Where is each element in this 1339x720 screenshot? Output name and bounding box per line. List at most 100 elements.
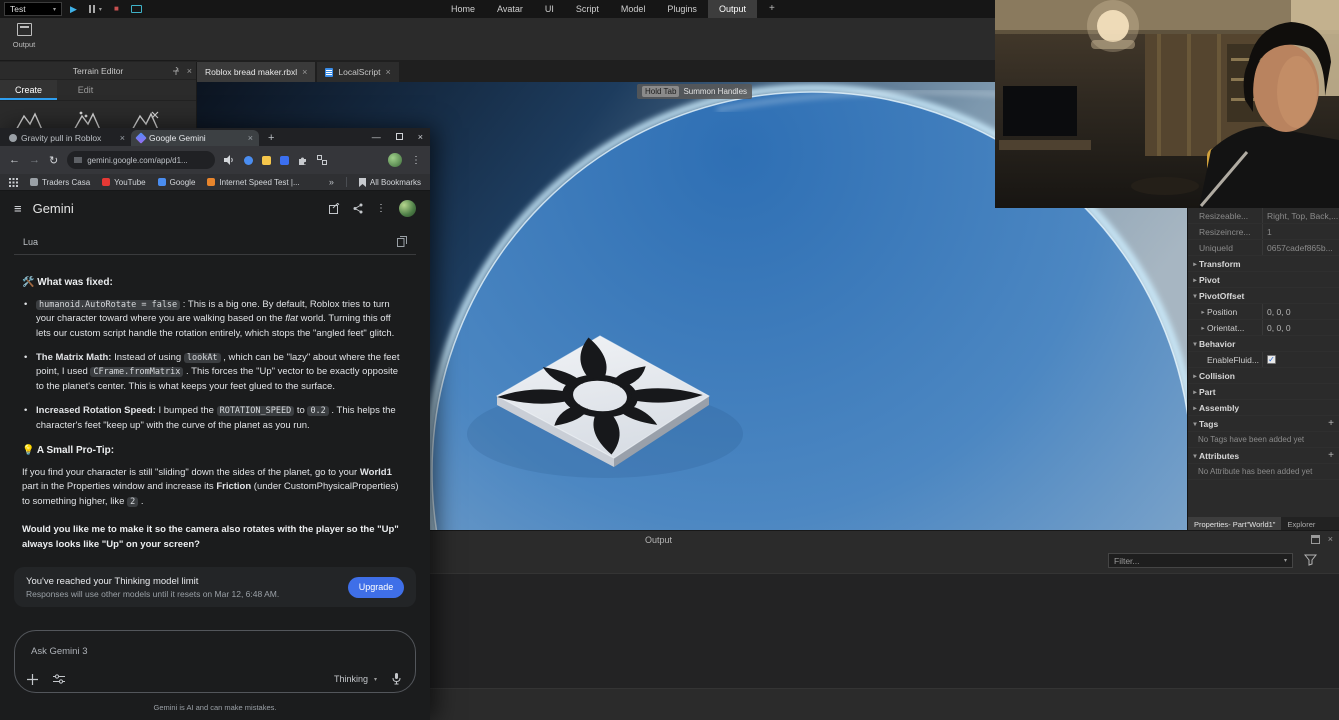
chevron-right-icon[interactable]: ▸ <box>1199 324 1207 332</box>
property-value[interactable]: 1 <box>1262 224 1339 239</box>
share-icon[interactable] <box>353 203 363 214</box>
property-row-orientat[interactable]: ▸ Orientat... 0, 0, 0 <box>1188 320 1339 336</box>
chevron-right-icon[interactable]: ▸ <box>1191 404 1199 412</box>
tab-close-icon[interactable]: × <box>248 133 253 143</box>
apps-grid-icon[interactable] <box>9 177 18 187</box>
property-row-pivot[interactable]: ▸ Pivot <box>1188 272 1339 288</box>
browser-menu-icon[interactable]: ⋮ <box>411 155 421 166</box>
bookmark-internet-speed-test[interactable]: Internet Speed Test |... <box>207 178 300 187</box>
extension-icon-yellow[interactable] <box>262 155 272 165</box>
extensions-puzzle-icon[interactable] <box>298 155 308 165</box>
stop-button[interactable]: ■ <box>114 0 119 18</box>
copy-code-icon[interactable] <box>397 236 407 247</box>
new-chat-icon[interactable] <box>329 202 340 214</box>
property-row-behavior[interactable]: ▾ Behavior <box>1188 336 1339 352</box>
browser-tab-google-gemini[interactable]: Google Gemini × <box>131 130 259 146</box>
menu-script[interactable]: Script <box>565 0 610 18</box>
dock-icon[interactable] <box>1310 534 1320 544</box>
bookmarks-overflow-chevron[interactable]: » <box>329 177 334 187</box>
properties-empty-note[interactable]: No Tags have been added yet <box>1188 432 1339 448</box>
more-options-icon[interactable]: ⋮ <box>376 203 386 214</box>
property-value[interactable]: Right, Top, Back,... <box>1262 208 1339 223</box>
property-row-tags[interactable]: ▾ Tags + <box>1188 416 1339 432</box>
tab-close-icon[interactable]: × <box>120 133 125 143</box>
doc-tab-roblox-bread-maker-rbxl[interactable]: Roblox bread maker.rbxl × <box>197 62 316 82</box>
property-value[interactable]: 0, 0, 0 <box>1262 304 1339 319</box>
prompt-input[interactable] <box>31 646 307 658</box>
maximize-button[interactable] <box>395 133 403 140</box>
checkbox-checked-icon[interactable]: ✓ <box>1267 355 1276 364</box>
close-icon[interactable]: × <box>1328 534 1333 544</box>
bookmark-youtube[interactable]: YouTube <box>102 178 146 187</box>
forward-button[interactable]: → <box>29 154 40 166</box>
upgrade-button[interactable]: Upgrade <box>348 576 404 598</box>
chevron-right-icon[interactable]: ▸ <box>1191 260 1199 268</box>
property-row-resizeincre[interactable]: Resizeincre... 1 <box>1188 224 1339 240</box>
chevron-right-icon[interactable]: ▸ <box>1191 388 1199 396</box>
bookmark-traders-casa[interactable]: Traders Casa <box>30 178 90 187</box>
menu-model[interactable]: Model <box>610 0 657 18</box>
menu-ui[interactable]: UI <box>534 0 565 18</box>
profile-avatar[interactable] <box>388 153 402 167</box>
menu-new-tab-button[interactable]: + <box>757 0 787 18</box>
property-row-attributes[interactable]: ▾ Attributes + <box>1188 448 1339 464</box>
property-value[interactable]: 0657cadef865b... <box>1262 240 1339 255</box>
mic-icon[interactable] <box>392 673 401 685</box>
extension-icon-blue[interactable] <box>244 155 254 165</box>
back-button[interactable]: ← <box>9 154 20 166</box>
output-filter-input[interactable]: Filter... ▾ <box>1108 553 1293 568</box>
property-row-part[interactable]: ▸ Part <box>1188 384 1339 400</box>
property-row-uniqueid[interactable]: UniqueId 0657cadef865b... <box>1188 240 1339 256</box>
property-value[interactable]: ✓ <box>1262 352 1339 367</box>
browser-tab-gravity-pull-in-roblox[interactable]: Gravity pull in Roblox × <box>3 130 131 146</box>
menu-output[interactable]: Output <box>707 0 757 18</box>
close-icon[interactable]: × <box>187 66 192 76</box>
doc-tab-localscript[interactable]: LocalScript × <box>317 62 399 82</box>
model-selector[interactable]: Thinking ▾ <box>334 674 377 684</box>
tab-close-icon[interactable]: × <box>385 67 390 77</box>
chevron-down-icon[interactable]: ▾ <box>1191 420 1199 428</box>
account-avatar[interactable] <box>399 199 416 217</box>
chevron-right-icon[interactable]: ▸ <box>1191 276 1199 284</box>
test-dropdown[interactable]: Test ▾ <box>4 2 62 16</box>
property-row-enablefluid[interactable]: EnableFluid... ✓ <box>1188 352 1339 368</box>
menu-avatar[interactable]: Avatar <box>486 0 534 18</box>
bookmark-google[interactable]: Google <box>157 178 195 187</box>
chevron-down-icon[interactable]: ▾ <box>1191 340 1199 348</box>
property-row-collision[interactable]: ▸ Collision <box>1188 368 1339 384</box>
tab-close-icon[interactable]: × <box>302 67 307 77</box>
property-row-transform[interactable]: ▸ Transform <box>1188 256 1339 272</box>
new-tab-button[interactable]: + <box>268 130 274 146</box>
address-bar[interactable]: gemini.google.com/app/d1... <box>67 151 216 169</box>
reload-button[interactable]: ↻ <box>49 154 58 167</box>
audio-icon[interactable] <box>224 155 235 165</box>
menu-home[interactable]: Home <box>440 0 486 18</box>
close-window-button[interactable]: × <box>418 132 423 142</box>
property-row-position[interactable]: ▸ Position 0, 0, 0 <box>1188 304 1339 320</box>
property-row-pivotoffset[interactable]: ▾ PivotOffset <box>1188 288 1339 304</box>
pin-icon[interactable] <box>172 67 180 75</box>
property-row-resizeable[interactable]: Resizeable... Right, Top, Back,... <box>1188 208 1339 224</box>
play-button[interactable]: ▶ <box>70 0 77 18</box>
tools-icon[interactable] <box>53 674 65 684</box>
pause-button[interactable]: ▾ <box>88 5 102 13</box>
chevron-right-icon[interactable]: ▸ <box>1199 308 1207 316</box>
add-attributes-button[interactable]: + <box>1328 450 1334 461</box>
device-emulator-icon[interactable] <box>130 5 142 13</box>
tab-groups-icon[interactable] <box>317 155 328 165</box>
all-bookmarks-button[interactable]: All Bookmarks <box>358 177 421 187</box>
chevron-right-icon[interactable]: ▸ <box>1191 372 1199 380</box>
add-tags-button[interactable]: + <box>1328 418 1334 429</box>
chevron-down-icon[interactable]: ▾ <box>1191 452 1199 460</box>
property-row-assembly[interactable]: ▸ Assembly <box>1188 400 1339 416</box>
minimize-button[interactable]: — <box>372 132 381 142</box>
menu-plugins[interactable]: Plugins <box>656 0 708 18</box>
chevron-down-icon[interactable]: ▾ <box>1191 292 1199 300</box>
properties-empty-note[interactable]: No Attribute has been added yet <box>1188 464 1339 480</box>
terrain-tab-create[interactable]: Create <box>0 80 57 100</box>
extension-icon-indigo[interactable] <box>280 155 290 165</box>
property-value[interactable]: 0, 0, 0 <box>1262 320 1339 335</box>
ribbon-output-button[interactable]: Output <box>8 23 40 49</box>
filter-funnel-icon[interactable] <box>1304 553 1317 566</box>
prompt-composer[interactable]: Thinking ▾ <box>14 630 416 694</box>
